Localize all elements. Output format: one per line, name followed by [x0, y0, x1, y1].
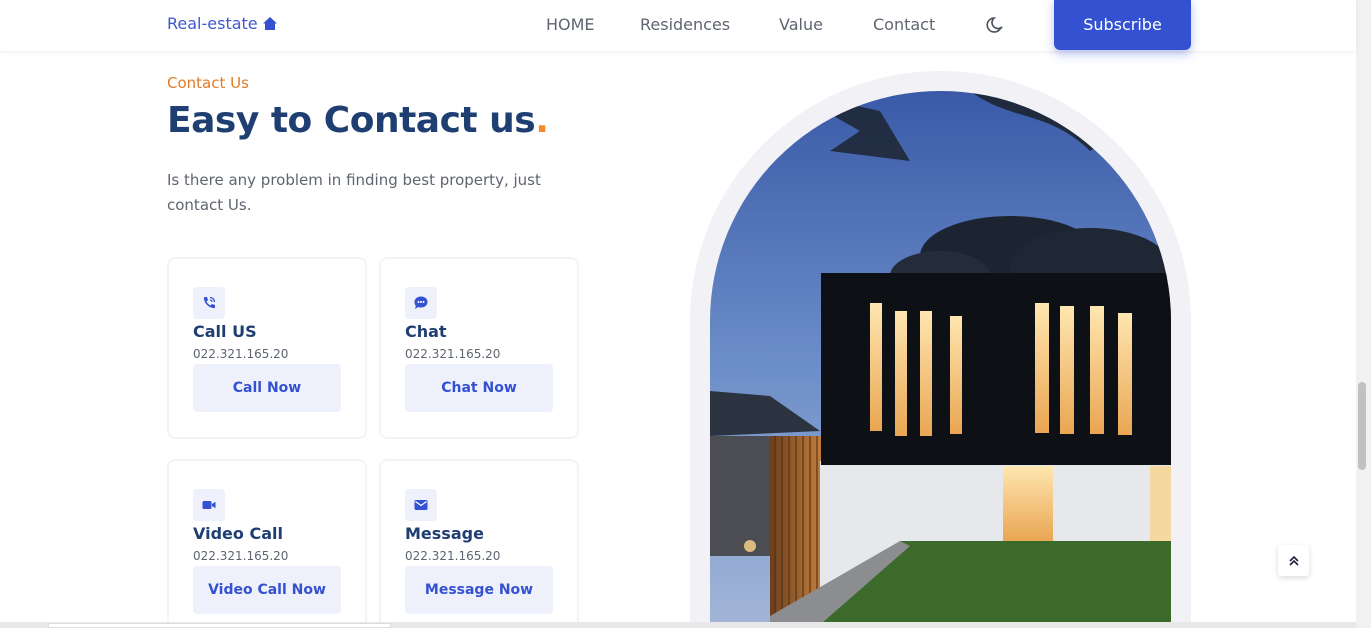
card-number: 022.321.165.20 [193, 549, 289, 563]
chat-icon [405, 287, 437, 319]
house-image [710, 91, 1171, 628]
vertical-scrollbar[interactable] [1356, 0, 1371, 628]
logo[interactable]: Real-estate [167, 14, 278, 33]
video-call-now-button[interactable]: Video Call Now [193, 566, 341, 614]
nav-residences[interactable]: Residences [640, 15, 730, 34]
phone-icon [193, 287, 225, 319]
nav-home[interactable]: HOME [546, 15, 595, 34]
message-now-button[interactable]: Message Now [405, 566, 553, 614]
contact-card-call: Call US 022.321.165.20 Call Now [167, 257, 367, 439]
title-text: Easy to Contact us [167, 100, 536, 141]
card-number: 022.321.165.20 [405, 549, 501, 563]
home-icon [262, 16, 277, 30]
card-title: Chat [405, 322, 447, 341]
scroll-top-button[interactable] [1278, 545, 1309, 576]
scrollbar-thumb[interactable] [1358, 382, 1366, 470]
logo-text: Real-estate [167, 14, 258, 33]
title-dot: . [535, 100, 549, 141]
horizontal-scrollbar[interactable] [0, 622, 1356, 628]
contact-card-message: Message 022.321.165.20 Message Now [379, 459, 579, 628]
section-description: Is there any problem in finding best pro… [167, 171, 541, 214]
contact-card-chat: Chat 022.321.165.20 Chat Now [379, 257, 579, 439]
nav-contact[interactable]: Contact [873, 15, 935, 34]
page: Real-estate HOME Residences Value Contac… [0, 0, 1371, 628]
card-title: Message [405, 524, 484, 543]
call-now-button[interactable]: Call Now [193, 364, 341, 412]
card-number: 022.321.165.20 [405, 347, 501, 361]
mail-icon [405, 489, 437, 521]
card-title: Call US [193, 322, 257, 341]
card-number: 022.321.165.20 [193, 347, 289, 361]
horizontal-scrollbar-thumb[interactable] [48, 623, 391, 628]
card-title: Video Call [193, 524, 283, 543]
chat-now-button[interactable]: Chat Now [405, 364, 553, 412]
section-eyebrow: Contact Us [167, 74, 249, 92]
video-icon [193, 489, 225, 521]
contact-card-video: Video Call 022.321.165.20 Video Call Now [167, 459, 367, 628]
subscribe-button[interactable]: Subscribe [1054, 0, 1191, 50]
chevrons-up-icon [1288, 555, 1299, 566]
nav-value[interactable]: Value [779, 15, 823, 34]
moon-icon[interactable] [986, 15, 1006, 35]
site-header: Real-estate HOME Residences Value Contac… [0, 0, 1356, 51]
section-title: Easy to Contact us. [167, 100, 549, 141]
